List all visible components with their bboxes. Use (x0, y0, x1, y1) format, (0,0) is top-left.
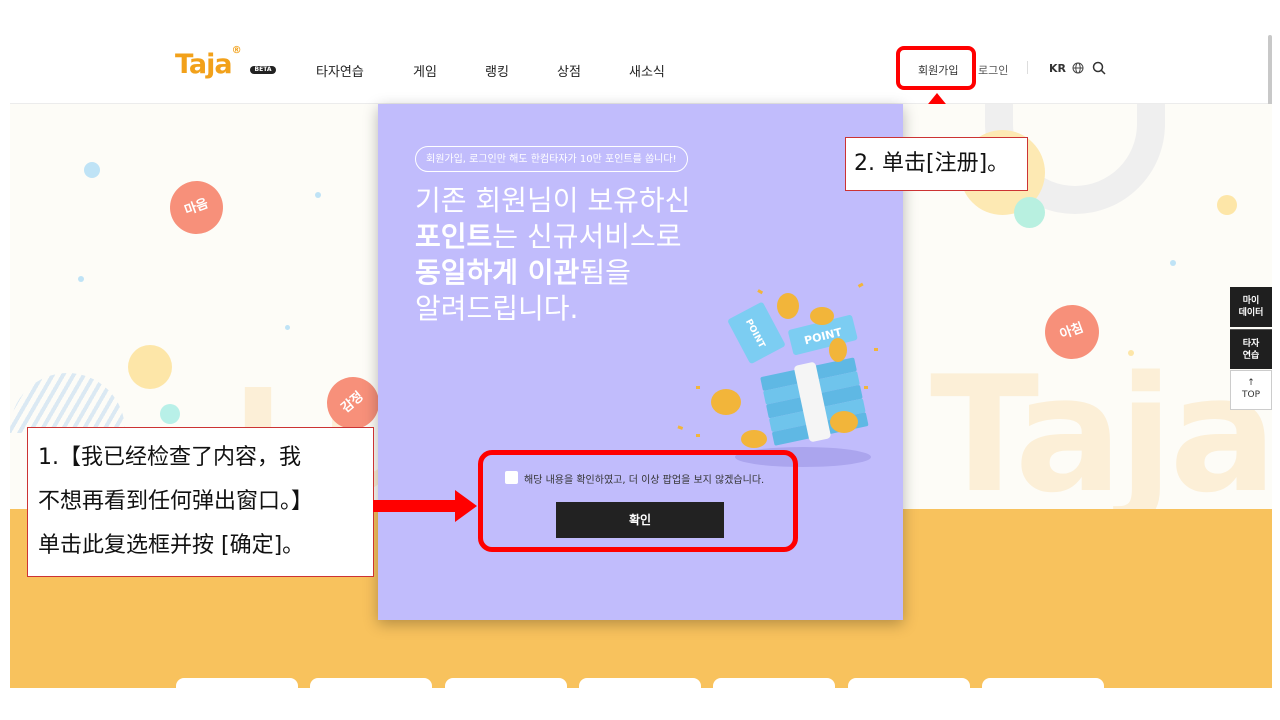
header-divider (1027, 61, 1028, 74)
instruction-callout-1: 1.【我已经检查了内容，我 不想再看到任何弹出窗口。】 单击此复选框并按 [确定… (27, 427, 374, 577)
feature-card[interactable] (982, 678, 1104, 698)
right-arrow-icon (373, 490, 477, 522)
popup-headline-line2: 포인트는 신규서비스로 (415, 220, 682, 253)
decor-dot (1170, 260, 1176, 266)
language-code: KR (1049, 62, 1066, 75)
promo-pill: 회원가입, 로그인만 해도 한컴타자가 10만 포인트를 쏩니다! (415, 146, 688, 172)
hero-watermark: Taja (930, 341, 1277, 528)
popup-headline-line1: 기존 회원님이 보유하신 (415, 184, 691, 217)
decor-circle (1014, 197, 1045, 228)
instruction-line: 1.【我已经检查了内容，我 (38, 445, 301, 470)
side-tab-typing[interactable]: 타자 연습 (1230, 329, 1272, 369)
decor-circle (84, 162, 100, 178)
nav-news[interactable]: 새소식 (629, 61, 665, 80)
globe-icon (1072, 62, 1084, 74)
decor-circle (160, 404, 180, 424)
side-tab-mydata-label: 마이 데이터 (1238, 296, 1264, 318)
decor-dot (315, 192, 321, 198)
top-label: TOP (1241, 390, 1260, 400)
scroll-top-button[interactable]: ↑ TOP (1230, 370, 1272, 410)
popup-headline-line3: 동일하게 이관됨을 (415, 256, 631, 289)
feature-card[interactable] (579, 678, 701, 698)
signup-highlight-box (896, 46, 976, 90)
nav-typing-practice[interactable]: 타자연습 (316, 61, 364, 80)
taja-logo[interactable]: Taja® (175, 45, 242, 80)
search-icon[interactable] (1092, 61, 1106, 75)
language-selector[interactable]: KR (1049, 62, 1084, 75)
side-tab-mydata[interactable]: 마이 데이터 (1230, 287, 1272, 327)
feature-card[interactable] (310, 678, 432, 698)
nav-game[interactable]: 게임 (413, 61, 437, 80)
login-link[interactable]: 로그인 (978, 62, 1008, 78)
decor-dot (78, 276, 84, 282)
nav-ranking[interactable]: 랭킹 (485, 61, 509, 80)
arrow-up-icon: ↑ (1247, 378, 1255, 388)
instruction-line: 不想再看到任何弹出窗口。】 (38, 489, 314, 514)
popup-headline-line4: 알려드립니다. (415, 292, 579, 325)
feature-card[interactable] (848, 678, 970, 698)
decor-dot (285, 325, 290, 330)
feature-card[interactable] (176, 678, 298, 698)
instruction-line: 单击此复选框并按 [确定]。 (38, 533, 305, 558)
decor-circle (128, 345, 172, 389)
instruction-callout-2: 2. 单击[注册]。 (845, 137, 1028, 191)
nav-shop[interactable]: 상점 (557, 61, 581, 80)
checkbox-highlight-box (478, 450, 798, 552)
feature-card[interactable] (445, 678, 567, 698)
decor-circle (1217, 195, 1237, 215)
beta-badge: BETA (250, 66, 276, 74)
side-tab-typing-label: 타자 연습 (1242, 339, 1260, 361)
feature-card[interactable] (713, 678, 835, 698)
